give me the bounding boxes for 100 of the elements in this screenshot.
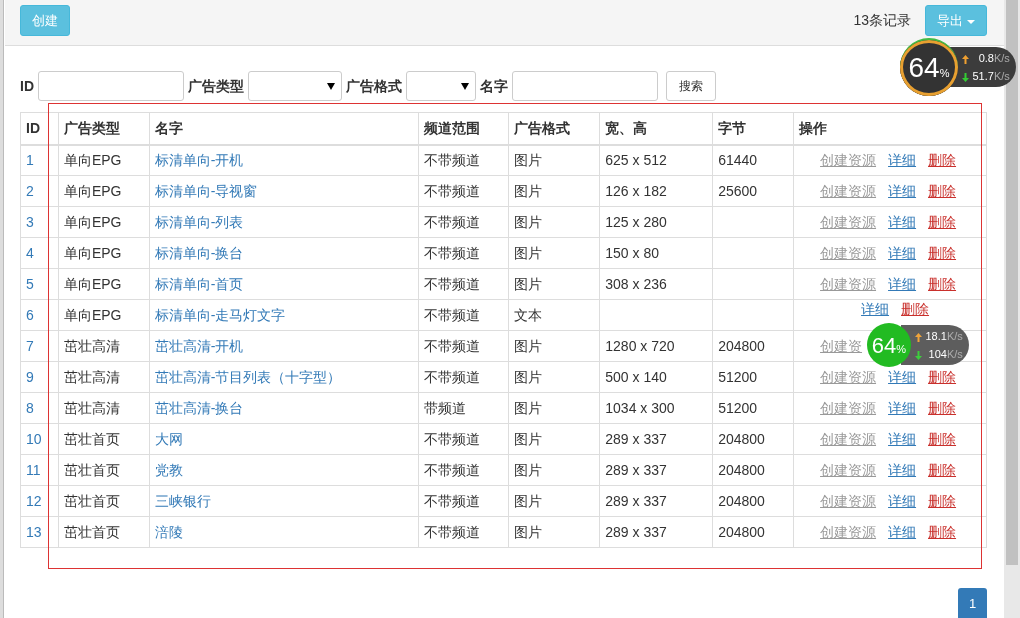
id-link[interactable]: 8: [26, 400, 34, 416]
delete-link[interactable]: 删除: [928, 183, 957, 199]
table-cell: 图片: [508, 175, 600, 207]
table-cell: 500 x 140: [605, 369, 667, 385]
delete-link[interactable]: 删除: [928, 431, 957, 447]
table-cell: 图片: [508, 392, 600, 424]
delete-link[interactable]: 删除: [928, 214, 957, 230]
table-cell: 茁壮首页: [58, 423, 150, 455]
name-link[interactable]: 涪陵: [154, 524, 183, 540]
table-cell: 文本: [508, 299, 600, 331]
create-resource-link[interactable]: 创建资源: [820, 183, 877, 199]
table-cell: 不带频道: [418, 237, 509, 269]
detail-link[interactable]: 详细: [888, 276, 917, 292]
name-link[interactable]: 标清单向-列表: [154, 214, 244, 230]
table-cell: 单向EPG: [58, 175, 150, 207]
table-cell: 不带频道: [418, 144, 509, 176]
search-button[interactable]: 搜索: [666, 71, 716, 101]
detail-link[interactable]: 详细: [888, 152, 917, 169]
id-link[interactable]: 3: [26, 214, 34, 230]
name-link[interactable]: 标清单向-开机: [154, 152, 244, 169]
create-resource-link[interactable]: 创建资源: [820, 245, 877, 261]
table-cell: 不带频道: [418, 454, 509, 486]
table-cell: 图片: [508, 361, 600, 393]
detail-link[interactable]: 详细: [888, 524, 917, 540]
create-resource-link[interactable]: 创建资源: [820, 152, 877, 169]
name-link[interactable]: 标清单向-导视窗: [154, 183, 258, 199]
delete-link[interactable]: 删除: [928, 369, 957, 385]
delete-link[interactable]: 删除: [901, 301, 930, 317]
id-link[interactable]: 1: [26, 152, 34, 169]
table-cell: 204800: [718, 524, 765, 540]
name-link[interactable]: 茁壮高清-开机: [154, 338, 244, 354]
table-cell: 茁壮首页: [58, 454, 150, 486]
detail-link[interactable]: 详细: [888, 400, 917, 416]
table-cell: 单向EPG: [58, 144, 150, 176]
table-cell: 茁壮高清: [58, 330, 150, 362]
detail-link[interactable]: 详细: [888, 462, 917, 478]
id-link[interactable]: 11: [26, 462, 41, 478]
delete-link[interactable]: 删除: [928, 276, 957, 292]
table-cell: 茁壮高清: [58, 392, 150, 424]
table-cell: 25600: [718, 183, 758, 199]
delete-link[interactable]: 删除: [928, 152, 957, 169]
detail-link[interactable]: 详细: [861, 301, 890, 317]
table-cell: 61440: [718, 152, 758, 169]
create-resource-link[interactable]: 创建资源: [820, 400, 877, 416]
name-link[interactable]: 党教: [154, 462, 183, 478]
table-cell: 289 x 337: [605, 462, 667, 478]
detail-link[interactable]: 详细: [888, 369, 917, 385]
page-button[interactable]: 1: [958, 588, 987, 618]
table-cell: 625 x 512: [605, 152, 667, 169]
filter-label: 广告格式: [346, 76, 402, 96]
table-cell: 带频道: [418, 392, 509, 424]
gauge-percent: 64%: [908, 51, 950, 85]
table-cell: 不带频道: [418, 175, 509, 207]
create-resource-link[interactable]: 创建资源: [820, 462, 877, 478]
table-cell: 126 x 182: [605, 183, 667, 199]
name-link[interactable]: 大网: [154, 431, 183, 447]
delete-link[interactable]: 删除: [928, 400, 957, 416]
create-resource-link[interactable]: 创建资源: [820, 369, 877, 385]
table-cell: 单向EPG: [58, 268, 150, 300]
id-link[interactable]: 4: [26, 245, 34, 261]
create-resource-link[interactable]: 创建资源: [820, 524, 877, 540]
table-cell: 单向EPG: [58, 299, 150, 331]
name-link[interactable]: 茁壮高清-换台: [154, 400, 244, 416]
filter-label: 广告类型: [188, 76, 244, 96]
table-cell: 图片: [508, 237, 600, 269]
detail-link[interactable]: 详细: [888, 245, 917, 261]
table-cell: 51200: [718, 369, 758, 385]
table-cell: 204800: [718, 338, 765, 354]
create-resource-link[interactable]: 创建资: [820, 338, 863, 354]
table-cell: 51200: [718, 400, 758, 416]
name-link[interactable]: 标清单向-首页: [154, 276, 244, 292]
table-cell: 不带频道: [418, 268, 509, 300]
id-link[interactable]: 5: [26, 276, 34, 292]
table-cell: 图片: [508, 330, 600, 362]
table-cell: 289 x 337: [605, 493, 667, 509]
table-cell: 不带频道: [418, 361, 509, 393]
create-resource-link[interactable]: 创建资源: [820, 493, 877, 509]
id-link[interactable]: 9: [26, 369, 34, 385]
name-link[interactable]: 三峡银行: [154, 493, 211, 509]
delete-link[interactable]: 删除: [928, 524, 957, 540]
id-link[interactable]: 7: [26, 338, 34, 354]
detail-link[interactable]: 详细: [888, 431, 917, 447]
table-cell: 不带频道: [418, 330, 509, 362]
create-resource-link[interactable]: 创建资源: [820, 276, 877, 292]
create-resource-link[interactable]: 创建资源: [820, 214, 877, 230]
detail-link[interactable]: 详细: [888, 183, 917, 199]
id-link[interactable]: 6: [26, 307, 34, 323]
name-link[interactable]: 标清单向-换台: [154, 245, 244, 261]
detail-link[interactable]: 详细: [888, 493, 917, 509]
table-cell: 单向EPG: [58, 237, 150, 269]
delete-link[interactable]: 删除: [928, 462, 957, 478]
create-resource-link[interactable]: 创建资源: [820, 431, 877, 447]
detail-link[interactable]: 详细: [888, 214, 917, 230]
table-cell: 茁壮首页: [58, 516, 150, 548]
upload-speed: 0.8K/s: [978, 51, 1010, 66]
id-link[interactable]: 2: [26, 183, 34, 199]
table-cell: 单向EPG: [58, 206, 150, 238]
delete-link[interactable]: 删除: [928, 493, 957, 509]
table-cell: 289 x 337: [605, 431, 667, 447]
delete-link[interactable]: 删除: [928, 245, 957, 261]
